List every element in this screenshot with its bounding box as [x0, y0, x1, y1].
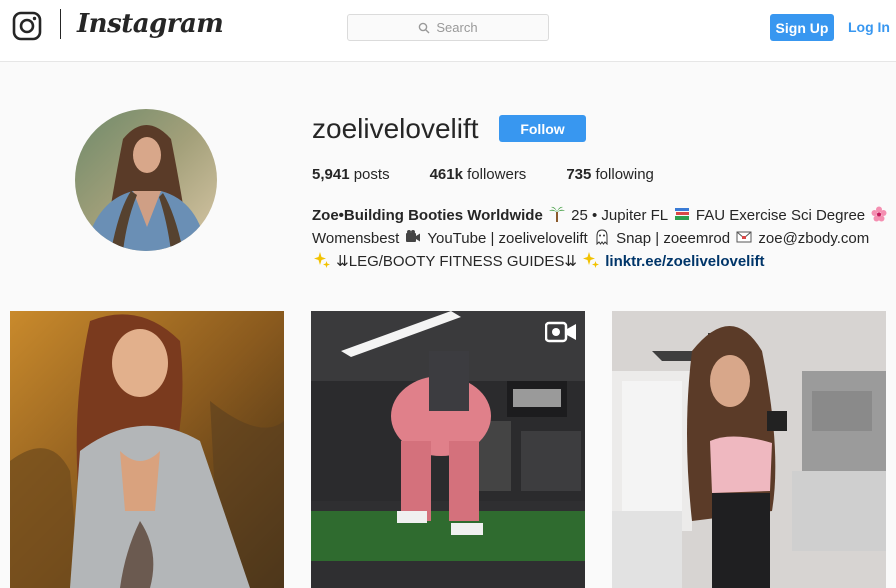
- profile-username: zoelivelovelift: [312, 113, 479, 144]
- bio-degree: FAU Exercise Sci Degree: [695, 207, 866, 224]
- post-photo: [10, 311, 284, 588]
- bio-guides: ⇊LEG/BOOTY FITNESS GUIDES⇊: [336, 253, 577, 270]
- bio-youtube: YouTube | zoelivelovelift: [427, 230, 588, 247]
- search-placeholder: Search: [436, 20, 478, 35]
- posts-label: posts: [353, 166, 390, 183]
- bio-sponsor: Womensbest: [312, 230, 400, 247]
- followers-label: followers: [467, 166, 527, 183]
- ghost-icon: [596, 229, 608, 245]
- sparkles-icon: [583, 252, 600, 268]
- followers-count: 461k: [429, 166, 463, 183]
- bio-full-name: Zoe•Building Booties Worldwide: [312, 207, 543, 224]
- search-input[interactable]: Search: [347, 14, 549, 41]
- posts-count: 5,941: [312, 166, 350, 183]
- header-divider: [60, 9, 61, 39]
- instagram-wordmark-logo[interactable]: Instagram: [77, 9, 224, 39]
- bio-line-1: Zoe•Building Booties Worldwide 25 • Jupi…: [312, 204, 887, 227]
- books-icon: [674, 208, 689, 220]
- followers-stat[interactable]: 461k followers: [430, 166, 527, 183]
- profile-avatar[interactable]: [75, 109, 217, 251]
- bio-line-3: ⇊LEG/BOOTY FITNESS GUIDES⇊ linktr.ee/zoe…: [312, 250, 887, 273]
- post-thumbnail[interactable]: [612, 311, 886, 588]
- search-icon: [419, 22, 430, 33]
- profile-bio: Zoe•Building Booties Worldwide 25 • Jupi…: [312, 204, 887, 273]
- bio-snapchat: Snap | zoeemrod: [616, 230, 731, 247]
- following-label: following: [595, 166, 654, 183]
- video-camera-emoji-icon: [406, 230, 421, 242]
- palm-tree-icon: [548, 206, 565, 222]
- video-camera-icon: [545, 321, 576, 343]
- post-thumbnail[interactable]: [311, 311, 585, 588]
- profile-stats: 5,941 posts 461k followers 735 following: [312, 166, 694, 183]
- bio-email: zoe@zbody.com: [758, 230, 870, 247]
- avatar-photo: [75, 109, 217, 251]
- sign-up-button[interactable]: Sign Up: [770, 14, 834, 41]
- post-photo: [311, 311, 585, 588]
- follow-button[interactable]: Follow: [499, 115, 586, 142]
- sparkles-icon: [314, 252, 330, 268]
- following-count: 735: [566, 166, 592, 183]
- bio-line-2: Womensbest YouTube | zoelivelovelift Sna…: [312, 227, 887, 250]
- following-stat[interactable]: 735 following: [566, 166, 654, 183]
- log-in-link[interactable]: Log In: [848, 19, 890, 35]
- posts-stat: 5,941 posts: [312, 166, 390, 183]
- top-navigation-bar: Instagram Search Sign Up Log In: [0, 0, 896, 62]
- envelope-icon: [736, 231, 752, 243]
- instagram-camera-icon[interactable]: [12, 11, 42, 41]
- post-thumbnail[interactable]: [10, 311, 284, 588]
- cherry-blossom-icon: [871, 206, 887, 222]
- bio-age-location: 25 • Jupiter FL: [571, 207, 668, 224]
- post-photo: [612, 311, 886, 588]
- bio-external-link[interactable]: linktr.ee/zoelivelovelift: [605, 253, 764, 270]
